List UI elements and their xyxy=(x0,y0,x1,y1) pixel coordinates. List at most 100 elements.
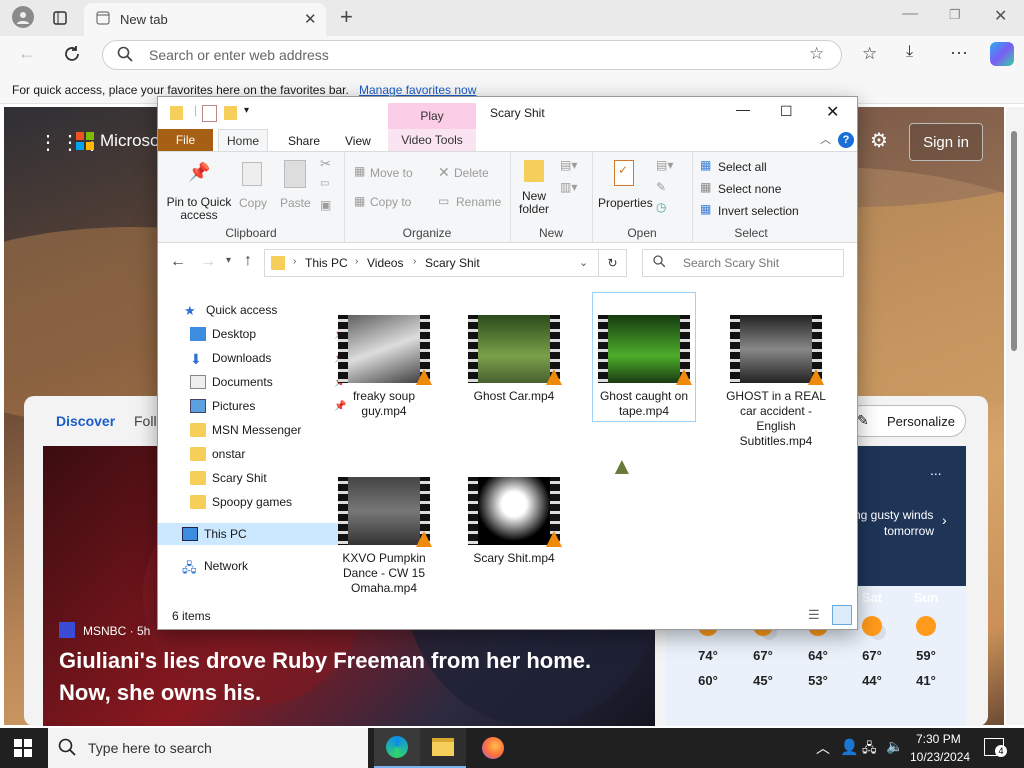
breadcrumb[interactable]: › This PC › Videos › Scary Shit ⌄ xyxy=(264,249,599,277)
tab-new-tab[interactable]: New tab ✕ xyxy=(84,3,326,36)
discover-tab[interactable]: Discover xyxy=(56,413,115,429)
edge-taskbar-icon[interactable] xyxy=(374,728,420,768)
favorites-icon[interactable]: ☆ xyxy=(862,44,877,64)
file-item-hover[interactable]: Ghost caught on tape.mp4 xyxy=(592,292,696,422)
large-icons-view-icon[interactable] xyxy=(832,605,852,625)
up-arrow-icon[interactable]: ↑ xyxy=(244,252,252,270)
news-headline-line2[interactable]: Now, she owns his. xyxy=(59,680,261,706)
weather-more-icon[interactable]: ... xyxy=(930,462,942,478)
help-icon[interactable]: ? xyxy=(838,132,854,148)
address-dropdown-icon[interactable]: ⌄ xyxy=(579,256,588,269)
new-tab-button[interactable]: + xyxy=(340,4,353,30)
people-icon[interactable]: 👤 xyxy=(840,738,859,756)
cut-icon[interactable]: ✂ xyxy=(320,156,331,172)
downloads-icon[interactable]: ⤓ xyxy=(906,43,913,61)
select-all-button[interactable]: Select all xyxy=(718,160,767,174)
news-headline-line1[interactable]: Giuliani's lies drove Ruby Freeman from … xyxy=(59,648,591,674)
page-scrollbar[interactable] xyxy=(1006,107,1024,725)
personalize-button[interactable]: ✎ Personalize xyxy=(846,405,966,437)
edit-icon[interactable]: ✎ xyxy=(656,180,666,194)
properties-qat-icon[interactable] xyxy=(202,105,217,122)
copy-path-icon[interactable]: ▭ xyxy=(320,178,329,189)
nav-documents[interactable]: Documents 📌 xyxy=(190,371,350,393)
firefox-taskbar-icon[interactable] xyxy=(470,728,516,768)
explorer-maximize-icon[interactable]: ☐ xyxy=(780,103,793,120)
tab-video-tools[interactable]: Video Tools xyxy=(388,129,476,151)
forward-arrow-icon[interactable]: → xyxy=(200,253,216,271)
nav-scary-shit[interactable]: Scary Shit xyxy=(190,467,350,489)
file-item[interactable]: Ghost Car.mp4 xyxy=(462,315,566,404)
notifications-icon[interactable]: 4 xyxy=(984,738,1007,757)
more-options-icon[interactable]: ··· xyxy=(950,42,968,63)
minimize-icon[interactable]: — xyxy=(902,5,918,23)
settings-gear-icon[interactable]: ⚙ xyxy=(870,128,888,153)
qat-dropdown-icon[interactable]: ▾ xyxy=(244,105,249,116)
taskbar-search-box[interactable]: Type here to search xyxy=(48,728,368,768)
nav-downloads[interactable]: ⬇ Downloads 📌 xyxy=(190,347,350,369)
copy-button[interactable]: Copy xyxy=(239,196,267,210)
select-none-button[interactable]: Select none xyxy=(718,182,781,196)
close-tab-icon[interactable]: ✕ xyxy=(304,10,317,28)
file-item[interactable]: Scary Shit.mp4 xyxy=(462,477,566,566)
nav-onstar[interactable]: onstar xyxy=(190,443,350,465)
forecast-day[interactable]: Sat 67° 44° xyxy=(852,590,892,688)
show-hidden-icons[interactable]: ︿ xyxy=(816,738,830,758)
new-folder-button[interactable]: New folder xyxy=(518,190,550,216)
forecast-day[interactable]: Sun 59° 41° xyxy=(906,590,946,688)
nav-spoopy-games[interactable]: Spoopy games xyxy=(190,491,350,513)
profile-avatar-icon[interactable] xyxy=(12,6,34,28)
breadcrumb-videos[interactable]: Videos xyxy=(367,256,403,270)
back-icon[interactable]: ← xyxy=(18,43,36,64)
manage-favorites-link[interactable]: Manage favorites now xyxy=(359,83,476,97)
windows-start-icon[interactable] xyxy=(14,739,32,757)
close-window-icon[interactable]: ✕ xyxy=(994,6,1007,26)
clock-time[interactable]: 7:30 PM xyxy=(916,732,961,746)
file-item[interactable]: freaky soup guy.mp4 xyxy=(332,315,436,419)
pin-quick-access-button[interactable]: Pin to Quick access xyxy=(166,196,232,222)
collapse-ribbon-icon[interactable]: ︿ xyxy=(820,131,831,147)
nav-quick-access[interactable]: ★ Quick access xyxy=(184,299,344,321)
address-bar[interactable]: Search or enter web address ☆ xyxy=(102,40,842,70)
breadcrumb-scary-shit[interactable]: Scary Shit xyxy=(425,256,480,270)
copy-to-button[interactable]: Copy to xyxy=(370,195,411,209)
rename-button[interactable]: Rename xyxy=(456,195,501,209)
tab-home[interactable]: Home xyxy=(218,129,268,152)
tab-file[interactable]: File xyxy=(158,129,213,151)
scrollbar-thumb[interactable] xyxy=(1011,131,1017,351)
paste-button[interactable]: Paste xyxy=(280,196,311,210)
restore-icon[interactable]: ❐ xyxy=(949,7,961,23)
explorer-refresh-icon[interactable]: ↻ xyxy=(599,249,627,277)
tab-actions-icon[interactable] xyxy=(50,8,70,28)
refresh-icon[interactable] xyxy=(60,43,84,65)
tab-view[interactable]: View xyxy=(345,134,371,148)
nav-network[interactable]: 🖧 Network xyxy=(182,555,342,577)
details-view-icon[interactable]: ☰ xyxy=(808,607,820,623)
sign-in-button[interactable]: Sign in xyxy=(909,123,983,161)
copilot-icon[interactable] xyxy=(990,42,1014,66)
move-to-button[interactable]: Move to xyxy=(370,166,413,180)
nav-msn-messenger[interactable]: MSN Messenger xyxy=(190,419,350,441)
apps-grid-icon[interactable]: ⋮⋮⋮ xyxy=(38,130,104,155)
delete-button[interactable]: Delete xyxy=(454,166,489,180)
clock-date[interactable]: 10/23/2024 xyxy=(910,750,970,764)
explorer-close-icon[interactable]: ✕ xyxy=(826,102,839,122)
nav-this-pc[interactable]: This PC xyxy=(158,523,338,545)
chevron-right-icon[interactable]: › xyxy=(942,512,947,528)
file-explorer-taskbar-icon[interactable] xyxy=(420,728,466,768)
nav-pictures[interactable]: Pictures 📌 xyxy=(190,395,350,417)
network-tray-icon[interactable]: 🖧 xyxy=(862,739,877,761)
paste-shortcut-icon[interactable]: ▣ xyxy=(320,198,331,212)
explorer-minimize-icon[interactable]: — xyxy=(736,101,750,117)
volume-icon[interactable]: 🔈 xyxy=(886,738,903,755)
recent-locations-icon[interactable]: ▾ xyxy=(226,255,231,266)
file-item[interactable]: GHOST in a REAL car accident - English S… xyxy=(724,315,828,449)
breadcrumb-this-pc[interactable]: This PC xyxy=(305,256,348,270)
open-icon[interactable]: ▤▾ xyxy=(656,158,673,172)
invert-selection-button[interactable]: Invert selection xyxy=(718,204,799,218)
favorite-star-icon[interactable]: ☆ xyxy=(809,44,824,64)
tab-share[interactable]: Share xyxy=(288,134,320,148)
new-item-icon[interactable]: ▤▾ xyxy=(560,158,577,172)
properties-button[interactable]: Properties xyxy=(598,196,653,210)
history-icon[interactable]: ◷ xyxy=(656,200,666,214)
explorer-search-input[interactable]: Search Scary Shit xyxy=(642,249,844,277)
